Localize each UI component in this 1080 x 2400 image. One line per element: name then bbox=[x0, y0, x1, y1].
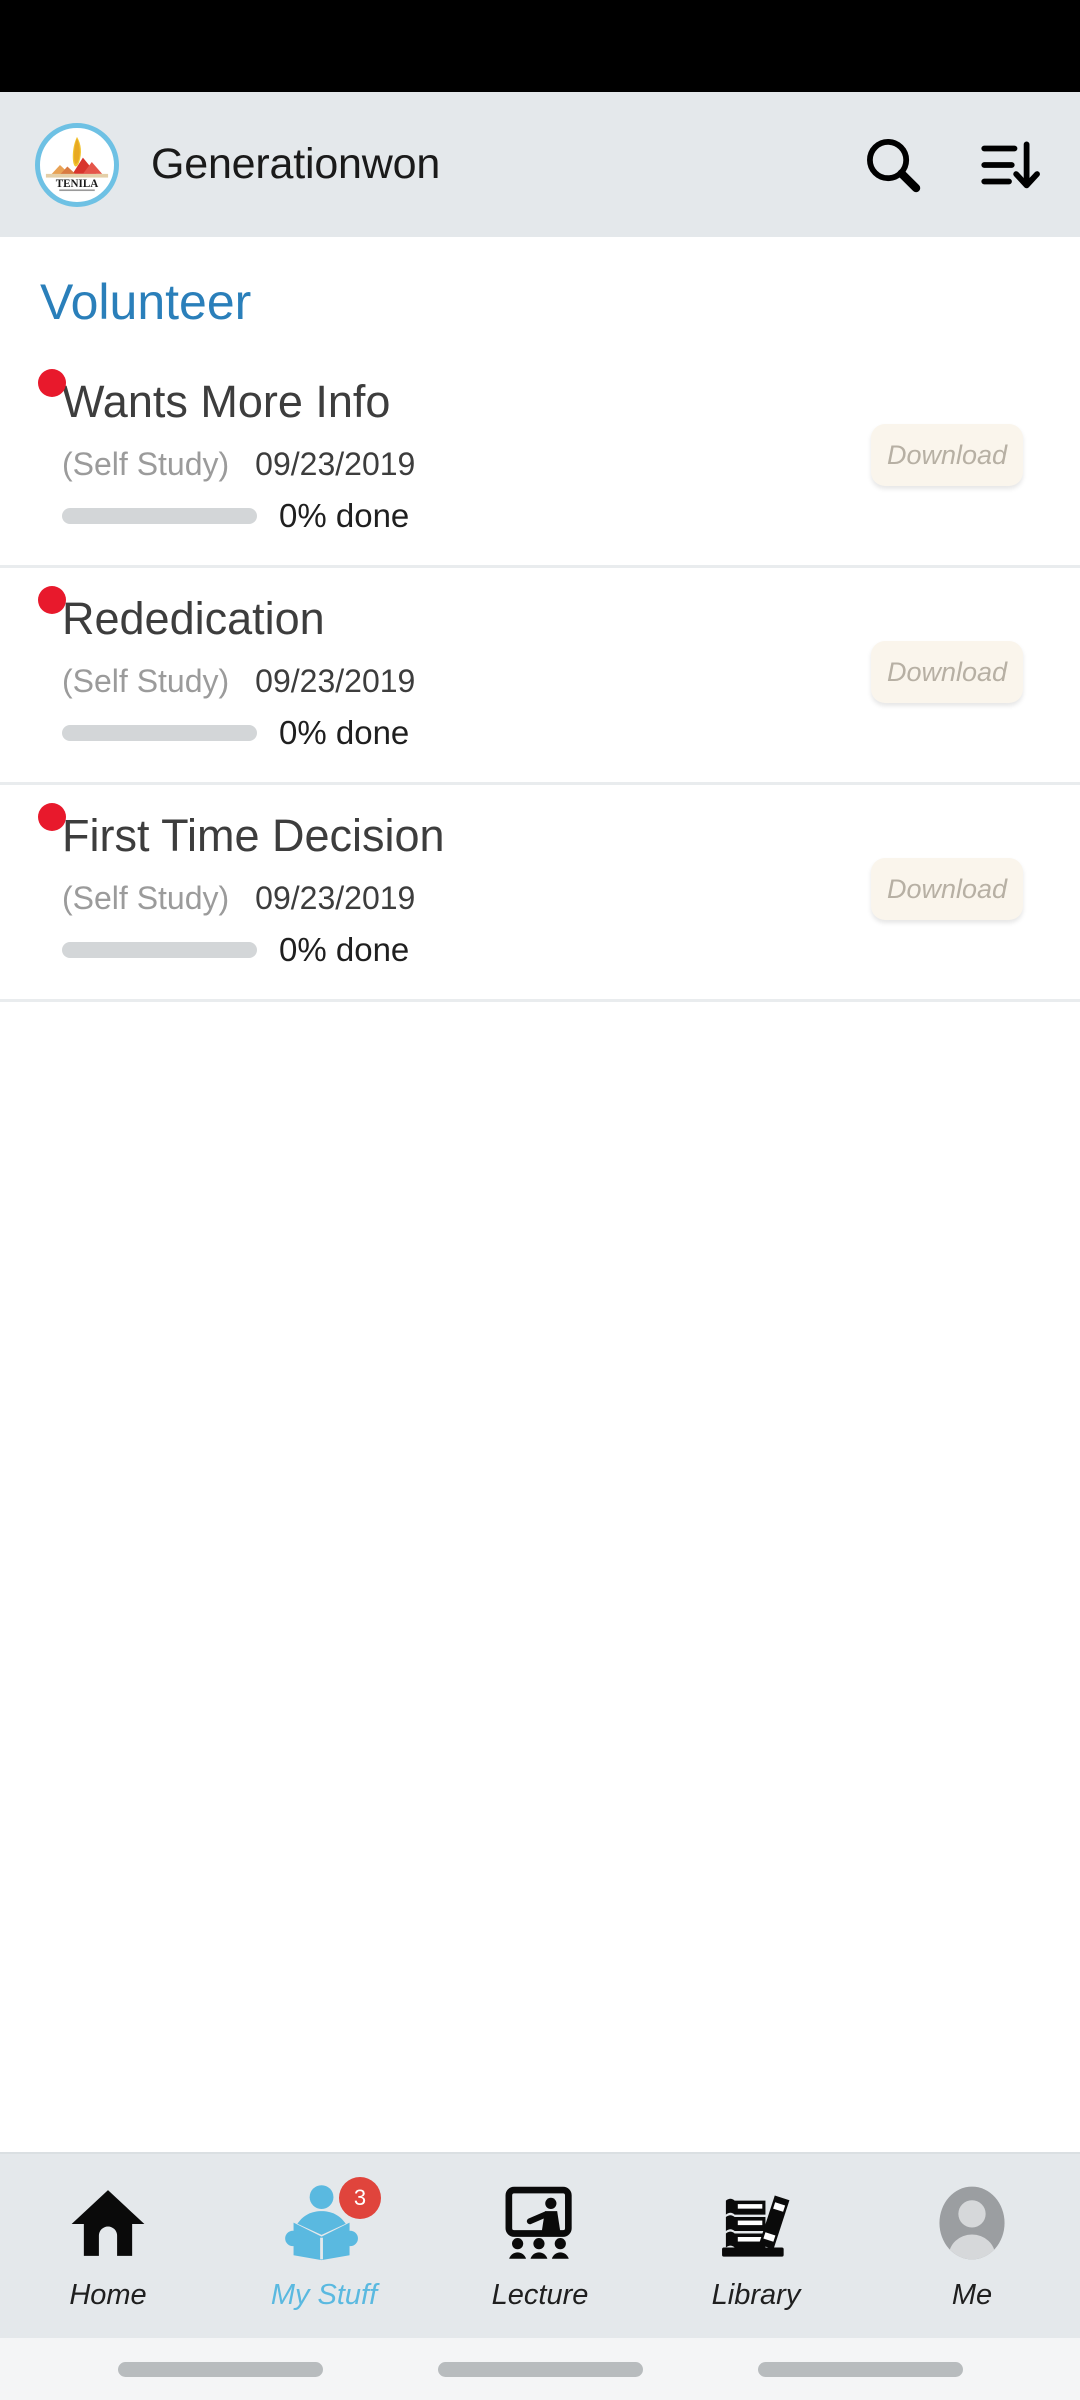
app-title: Generationwon bbox=[151, 140, 441, 188]
course-info: First Time Decision (Self Study) 09/23/2… bbox=[0, 803, 871, 969]
system-nav-back[interactable] bbox=[117, 2361, 323, 2377]
tab-label: Lecture bbox=[491, 2278, 589, 2311]
course-meta: (Self Study) 09/23/2019 bbox=[62, 663, 871, 700]
system-nav-home[interactable] bbox=[437, 2361, 643, 2377]
system-navigation-bar bbox=[0, 2338, 1080, 2400]
tab-label: Me bbox=[951, 2278, 993, 2311]
system-nav-recents[interactable] bbox=[757, 2361, 963, 2377]
status-dot-icon bbox=[38, 369, 66, 397]
course-date: 09/23/2019 bbox=[255, 663, 416, 700]
tab-my-stuff[interactable]: 3 My Stuff bbox=[216, 2154, 432, 2338]
empty-content-area bbox=[0, 1002, 1080, 2152]
course-progress: 0% done bbox=[62, 931, 871, 969]
tab-library[interactable]: Library bbox=[648, 2154, 864, 2338]
person-reading-book-icon: 3 bbox=[281, 2176, 381, 2265]
course-meta: (Self Study) 09/23/2019 bbox=[62, 446, 871, 483]
download-button[interactable]: Download bbox=[871, 858, 1023, 921]
course-row[interactable]: Rededication (Self Study) 09/23/2019 0% … bbox=[0, 568, 1080, 786]
course-list: Wants More Info (Self Study) 09/23/2019 … bbox=[0, 351, 1080, 1003]
page-title: Volunteer bbox=[40, 274, 252, 330]
brand-logo-icon[interactable]: TENILA bbox=[35, 122, 119, 207]
course-date: 09/23/2019 bbox=[255, 446, 416, 483]
svg-text:TENILA: TENILA bbox=[56, 178, 99, 190]
status-bar bbox=[0, 0, 1080, 92]
course-date: 09/23/2019 bbox=[255, 880, 416, 917]
progress-label: 0% done bbox=[279, 497, 410, 535]
course-title: First Time Decision bbox=[62, 810, 445, 862]
course-info: Wants More Info (Self Study) 09/23/2019 … bbox=[0, 369, 871, 535]
course-type: (Self Study) bbox=[62, 880, 230, 917]
course-title: Rededication bbox=[62, 593, 325, 645]
course-type: (Self Study) bbox=[62, 446, 230, 483]
app-screen: TENILA Generationwon Volunteer Wants Mor… bbox=[0, 0, 1080, 2400]
sort-descending-icon[interactable] bbox=[976, 132, 1042, 198]
home-icon bbox=[65, 2181, 151, 2265]
tab-label: Library bbox=[711, 2278, 801, 2311]
progress-label: 0% done bbox=[279, 714, 410, 752]
app-bar-actions bbox=[860, 132, 1042, 198]
avatar-icon bbox=[929, 2181, 1015, 2265]
progress-label: 0% done bbox=[279, 931, 410, 969]
progress-track bbox=[62, 725, 257, 742]
tab-home[interactable]: Home bbox=[0, 2154, 216, 2338]
progress-track bbox=[62, 942, 257, 959]
badge-count: 3 bbox=[339, 2176, 381, 2219]
tab-label: My Stuff bbox=[270, 2278, 378, 2311]
download-button[interactable]: Download bbox=[871, 641, 1023, 704]
course-type: (Self Study) bbox=[62, 663, 230, 700]
course-progress: 0% done bbox=[62, 497, 871, 535]
course-title: Wants More Info bbox=[62, 376, 391, 427]
status-dot-icon bbox=[38, 586, 66, 615]
course-row[interactable]: First Time Decision (Self Study) 09/23/2… bbox=[0, 785, 1080, 1003]
books-stack-icon bbox=[713, 2181, 799, 2265]
search-icon[interactable] bbox=[860, 132, 926, 198]
course-info: Rededication (Self Study) 09/23/2019 0% … bbox=[0, 586, 871, 752]
course-meta: (Self Study) 09/23/2019 bbox=[62, 880, 871, 917]
bottom-tab-bar: Home 3 My Stuff Lecture Library Me bbox=[0, 2152, 1080, 2338]
download-button[interactable]: Download bbox=[871, 424, 1023, 487]
course-progress: 0% done bbox=[62, 714, 871, 752]
lecture-board-icon bbox=[497, 2181, 583, 2265]
status-dot-icon bbox=[38, 803, 66, 832]
tab-lecture[interactable]: Lecture bbox=[432, 2154, 648, 2338]
tab-label: Home bbox=[69, 2278, 147, 2311]
app-bar: TENILA Generationwon bbox=[0, 92, 1080, 237]
progress-track bbox=[62, 508, 257, 525]
course-row[interactable]: Wants More Info (Self Study) 09/23/2019 … bbox=[0, 351, 1080, 569]
tab-me[interactable]: Me bbox=[864, 2154, 1080, 2338]
